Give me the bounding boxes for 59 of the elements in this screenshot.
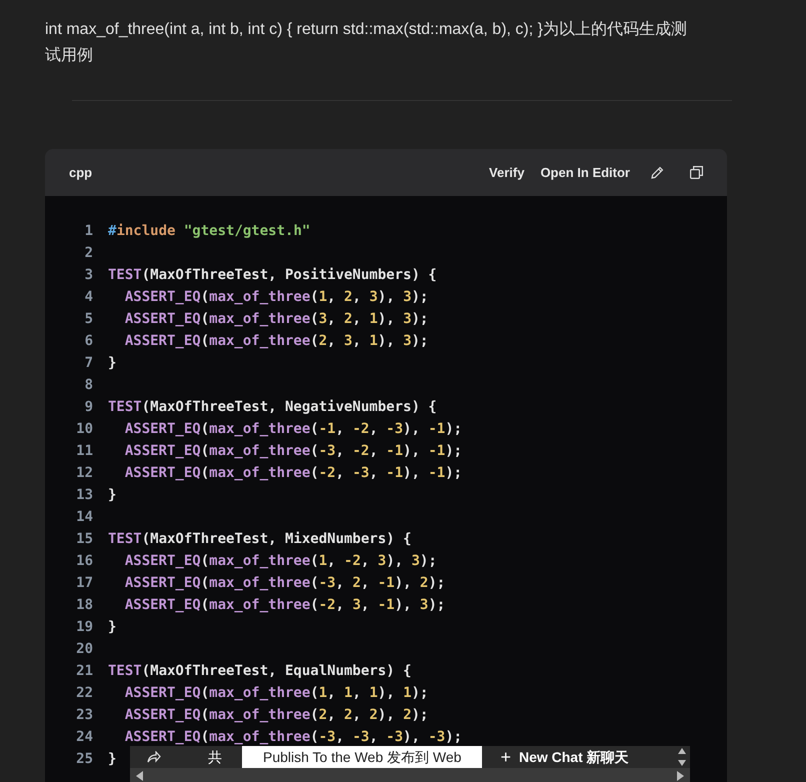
- pencil-icon[interactable]: [650, 166, 664, 180]
- code-line: ASSERT_EQ(max_of_three(-3, -3, -3), -3);: [124, 728, 462, 746]
- code-line: ASSERT_EQ(max_of_three(2, 2, 2), 2);: [124, 706, 428, 724]
- question-text: int max_of_three(int a, int b, int c) { return std::max(std::max(a, b), c); }为以上的代码生成测试用例: [44, 20, 688, 66]
- copy-icon[interactable]: [690, 166, 703, 179]
- line-number: 6: [84, 332, 93, 350]
- line-number: 15: [75, 530, 93, 548]
- code-line: ASSERT_EQ(max_of_three(2, 3, 1), 3);: [124, 332, 428, 350]
- code-line: TEST(MaxOfThreeTest, MixedNumbers) {: [108, 530, 412, 548]
- line-number: 12: [75, 464, 93, 482]
- line-number: 16: [75, 552, 93, 570]
- code-line: }: [108, 486, 116, 504]
- line-number: 9: [84, 398, 93, 416]
- line-number: 2: [84, 244, 93, 262]
- language-label: cpp: [69, 164, 92, 182]
- code-line: ASSERT_EQ(max_of_three(-2, -3, -1), -1);: [124, 464, 462, 482]
- line-number: 21: [75, 662, 93, 680]
- line-number: 7: [84, 354, 93, 372]
- line-number: 4: [84, 288, 93, 306]
- code-line: TEST(MaxOfThreeTest, NegativeNumbers) {: [108, 398, 437, 416]
- new-chat-button[interactable]: + New Chat 新聊天: [492, 744, 637, 770]
- code-line: TEST(MaxOfThreeTest, PositiveNumbers) {: [108, 266, 437, 284]
- code-line: TEST(MaxOfThreeTest, EqualNumbers) {: [108, 662, 412, 680]
- code-line: #include "gtest/gtest.h": [108, 222, 310, 240]
- line-number: 23: [75, 706, 93, 724]
- share-label[interactable]: 共: [208, 746, 222, 768]
- line-number: 25: [75, 750, 93, 768]
- code-line: ASSERT_EQ(max_of_three(1, -2, 3), 3);: [124, 552, 437, 570]
- verify-link[interactable]: Verify: [489, 162, 524, 182]
- line-number: 24: [75, 728, 93, 746]
- code-line: }: [108, 618, 116, 636]
- code-line: ASSERT_EQ(max_of_three(-3, -2, -1), -1);: [124, 442, 462, 460]
- line-number: 8: [84, 376, 93, 394]
- code-line: ASSERT_EQ(max_of_three(-2, 3, -1), 3);: [124, 596, 446, 614]
- scroll-right-icon[interactable]: [677, 770, 684, 780]
- scroll-left-icon[interactable]: [136, 770, 143, 780]
- scroll-arrows-icon[interactable]: [677, 746, 687, 768]
- line-number: 3: [84, 266, 93, 284]
- line-number: 1: [84, 222, 93, 240]
- line-number: 5: [84, 310, 93, 328]
- line-number: 19: [75, 618, 93, 636]
- line-number: 17: [75, 574, 93, 592]
- code-line: ASSERT_EQ(max_of_three(1, 1, 1), 1);: [124, 684, 428, 702]
- code-line: }: [108, 354, 116, 372]
- line-number: 18: [75, 596, 93, 614]
- code-line: ASSERT_EQ(max_of_three(3, 2, 1), 3);: [124, 310, 428, 328]
- code-line: ASSERT_EQ(max_of_three(1, 2, 3), 3);: [124, 288, 428, 306]
- publish-button[interactable]: Publish To the Web 发布到 Web: [242, 746, 482, 768]
- open-editor-link[interactable]: Open In Editor: [540, 162, 630, 182]
- line-number: 22: [75, 684, 93, 702]
- line-number: 13: [75, 486, 93, 504]
- code-line: ASSERT_EQ(max_of_three(-1, -2, -3), -1);: [124, 420, 462, 438]
- line-number: 14: [75, 508, 93, 526]
- line-number: 11: [75, 442, 93, 460]
- share-icon[interactable]: [147, 751, 161, 763]
- code-line: }: [108, 750, 116, 768]
- code-line: ASSERT_EQ(max_of_three(-3, 2, -1), 2);: [124, 574, 446, 592]
- line-number: 10: [75, 420, 93, 438]
- line-number: 20: [75, 640, 93, 658]
